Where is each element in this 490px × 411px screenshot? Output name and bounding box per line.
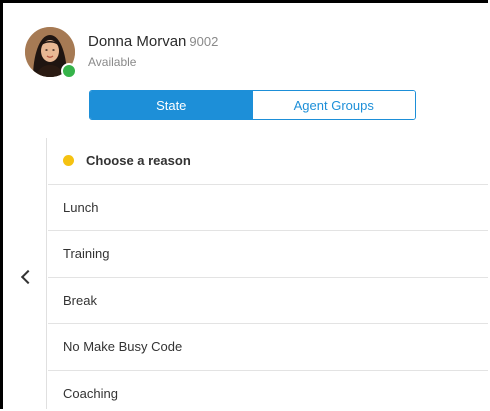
tab-agent-groups[interactable]: Agent Groups xyxy=(252,91,415,119)
reason-list: Choose a reason Lunch Training Break No … xyxy=(48,138,488,409)
pending-dot-icon xyxy=(63,155,74,167)
agent-status: Available xyxy=(88,55,137,69)
agent-header: Donna Morvan 9002 Available State Agent G… xyxy=(3,3,488,135)
reason-item-coaching[interactable]: Coaching xyxy=(48,371,488,410)
state-tabs: State Agent Groups xyxy=(89,90,416,120)
agent-state-panel: Donna Morvan 9002 Available State Agent G… xyxy=(0,0,488,409)
avatar xyxy=(25,27,77,79)
status-dot-icon xyxy=(61,63,77,79)
reason-item-label: Break xyxy=(63,292,97,308)
agent-name: Donna Morvan 9002 xyxy=(88,33,218,50)
reason-item-label: Lunch xyxy=(63,199,99,215)
reason-item-label: Training xyxy=(63,246,110,262)
reason-item-label: Coaching xyxy=(63,385,118,401)
reason-item-training[interactable]: Training xyxy=(48,231,488,278)
reason-item-lunch[interactable]: Lunch xyxy=(48,185,488,231)
reason-list-header: Choose a reason xyxy=(48,138,488,185)
agent-name-text: Donna Morvan xyxy=(88,33,187,50)
agent-extension: 9002 xyxy=(189,34,219,49)
back-button[interactable] xyxy=(3,138,47,409)
reason-header-label: Choose a reason xyxy=(86,153,191,169)
reason-item-break[interactable]: Break xyxy=(48,278,488,324)
tab-state[interactable]: State xyxy=(90,91,253,119)
chevron-left-icon xyxy=(20,269,36,285)
reason-item-label: No Make Busy Code xyxy=(63,339,183,355)
reason-item-no-make-busy-code[interactable]: No Make Busy Code xyxy=(48,324,488,371)
